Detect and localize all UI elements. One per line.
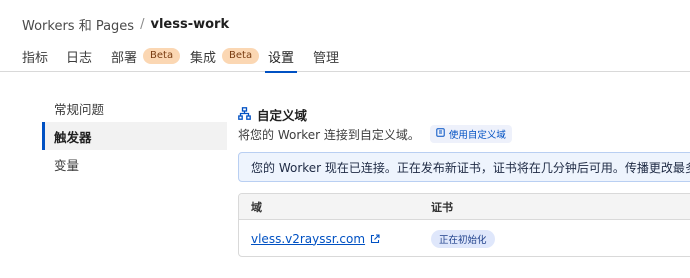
use-custom-domain-link[interactable]: 使用自定义域	[429, 125, 512, 143]
tab-label: 指标	[22, 50, 49, 66]
sitemap-icon	[238, 106, 257, 123]
domain-link[interactable]: vless.v2rayssr.com	[251, 232, 365, 246]
tab-label: 集成	[190, 50, 217, 66]
tab-logs[interactable]: 日志	[66, 40, 92, 72]
tab-label: 管理	[313, 50, 340, 66]
breadcrumb: Workers 和 Pages / vless-work	[22, 15, 229, 34]
info-banner: 您的 Worker 现在已连接。正在发布新证书，证书将在几分钟后可用。传播更改最…	[238, 152, 690, 182]
info-banner-text: 您的 Worker 现在已连接。正在发布新证书，证书将在几分钟后可用。传播更改最…	[251, 160, 690, 175]
section-title-text: 自定义域	[257, 108, 308, 123]
table-header: 域 证书	[239, 194, 690, 220]
tab-bar: 指标 日志 部署 Beta 集成 Beta 设置 管理	[0, 40, 690, 73]
section-title: 自定义域	[238, 105, 307, 124]
tab-metrics[interactable]: 指标	[22, 40, 48, 72]
external-link-icon[interactable]	[370, 233, 380, 244]
sidebar-item-label: 触发器	[54, 129, 92, 145]
tab-label: 日志	[66, 50, 93, 66]
breadcrumb-separator: /	[140, 17, 145, 32]
section-description-text: 将您的 Worker 连接到自定义域。	[238, 127, 420, 142]
use-custom-domain-label: 使用自定义域	[448, 130, 506, 141]
breadcrumb-workers-pages[interactable]: Workers 和 Pages	[22, 15, 134, 34]
custom-domains-table: 域 证书 vless.v2rayssr.com 正在初始化	[238, 193, 690, 257]
status-badge: 正在初始化	[431, 229, 495, 248]
column-header-domain: 域	[251, 201, 262, 214]
document-icon	[436, 128, 449, 140]
tab-integrations[interactable]: 集成 Beta	[190, 40, 260, 72]
table-row: vless.v2rayssr.com 正在初始化	[239, 220, 690, 256]
sidebar-item-general[interactable]: 常规问题	[42, 94, 227, 122]
domain-cell: vless.v2rayssr.com	[251, 220, 380, 256]
section-description: 将您的 Worker 连接到自定义域。 使用自定义域	[238, 125, 512, 143]
tab-deployments[interactable]: 部署 Beta	[111, 40, 181, 72]
tab-settings[interactable]: 设置	[264, 40, 298, 73]
sidebar-item-triggers[interactable]: 触发器	[42, 122, 227, 150]
sidebar-item-label: 常规问题	[54, 101, 105, 117]
tab-manage[interactable]: 管理	[313, 40, 339, 72]
tab-label: 设置	[268, 50, 295, 66]
tab-label: 部署	[111, 50, 138, 66]
certificate-cell: 正在初始化	[431, 220, 495, 256]
sidebar-item-variables[interactable]: 变量	[42, 150, 227, 178]
beta-badge: Beta	[222, 48, 260, 64]
sidebar-item-label: 变量	[54, 157, 80, 173]
page-title: vless-work	[150, 17, 230, 32]
beta-badge: Beta	[143, 48, 181, 64]
column-header-certificate: 证书	[431, 201, 453, 214]
